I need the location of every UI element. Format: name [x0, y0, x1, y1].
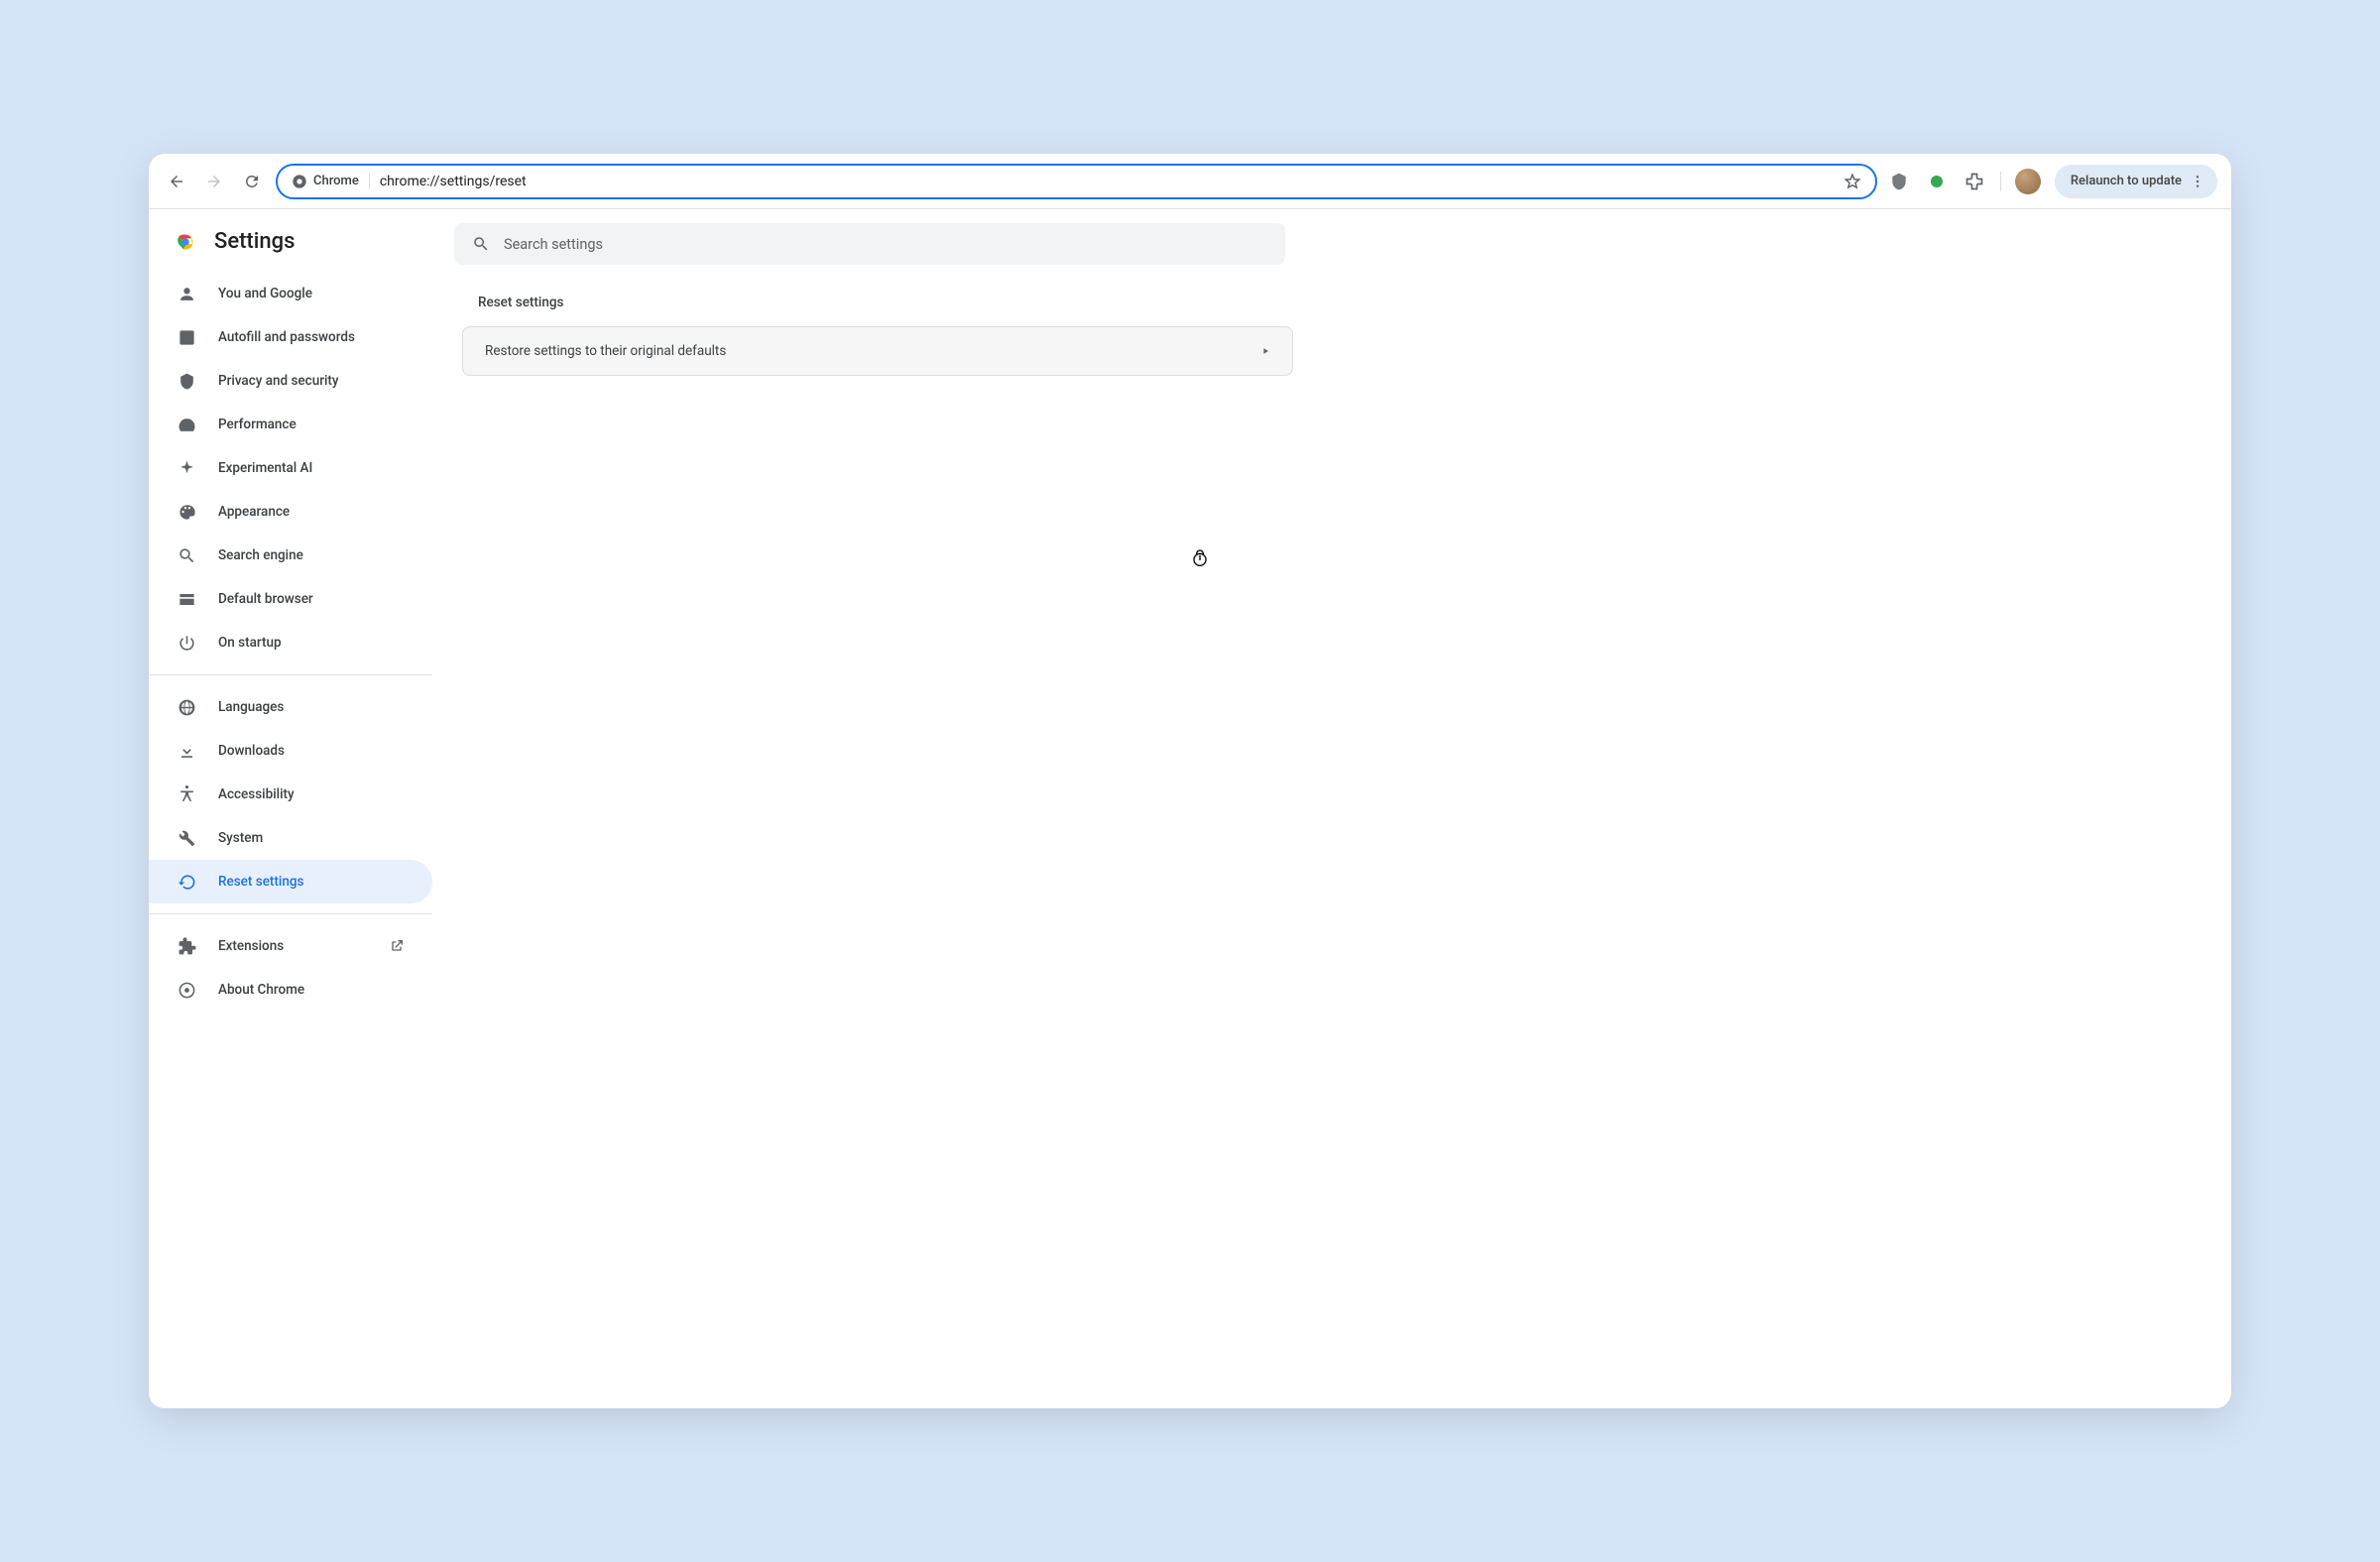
speed-icon [177, 415, 196, 434]
restore-defaults-label: Restore settings to their original defau… [485, 343, 726, 359]
profile-avatar[interactable] [2015, 169, 2041, 194]
build-icon [177, 828, 196, 848]
arrow-left-icon [168, 173, 185, 190]
sidebar-item-label: Downloads [218, 743, 285, 759]
sidebar-item-label: Languages [218, 699, 284, 715]
sidebar-item-extensions[interactable]: Extensions [149, 924, 432, 968]
sidebar-item-label: Experimental AI [218, 460, 312, 476]
site-chip[interactable]: Chrome [292, 174, 370, 189]
sidebar-item-label: Default browser [218, 591, 313, 607]
puzzle-icon [1964, 172, 1984, 191]
sidebar-item-on-startup[interactable]: On startup [149, 621, 432, 664]
sidebar: Settings You and Google Autofill and pass… [149, 209, 446, 1408]
power-icon [177, 633, 196, 653]
page-title: Settings [214, 229, 295, 254]
restore-defaults-row[interactable]: Restore settings to their original defau… [463, 327, 1292, 375]
sidebar-item-label: Reset settings [218, 874, 303, 890]
nav-secondary: Languages Downloads Accessibility System Res… [149, 685, 446, 903]
relaunch-label: Relaunch to update [2071, 174, 2182, 188]
site-chip-label: Chrome [313, 174, 359, 188]
sidebar-item-label: Privacy and security [218, 373, 339, 389]
nav-primary: You and Google Autofill and passwords Priv… [149, 272, 446, 664]
chrome-badge-icon [292, 174, 307, 189]
relaunch-button[interactable]: Relaunch to update [2055, 165, 2217, 198]
sidebar-item-about-chrome[interactable]: About Chrome [149, 968, 432, 1012]
address-bar[interactable]: Chrome chrome://settings/reset [276, 164, 1877, 199]
browser-toolbar: Chrome chrome://settings/reset Relaunch … [149, 154, 2231, 209]
nav-tertiary: Extensions About Chrome [149, 924, 446, 1012]
sidebar-item-label: About Chrome [218, 982, 304, 998]
sidebar-item-performance[interactable]: Performance [149, 403, 432, 446]
chrome-menu-button[interactable] [2188, 172, 2207, 191]
sidebar-item-label: Extensions [218, 938, 284, 954]
sidebar-item-label: On startup [218, 635, 282, 651]
chrome-icon [177, 980, 196, 1000]
search-icon [177, 545, 196, 565]
sidebar-item-experimental-ai[interactable]: Experimental AI [149, 446, 432, 490]
chevron-right-icon [1260, 346, 1270, 356]
sidebar-item-label: Search engine [218, 547, 303, 563]
palette-icon [177, 502, 196, 522]
extension-icon [177, 936, 196, 956]
sidebar-item-label: Accessibility [218, 786, 295, 802]
person-icon [177, 284, 196, 303]
assignment-icon [177, 327, 196, 347]
browser-window: Chrome chrome://settings/reset Relaunch … [149, 154, 2231, 1408]
back-button[interactable] [163, 168, 190, 195]
restore-icon [177, 872, 196, 892]
arrow-right-icon [205, 173, 223, 190]
toolbar-actions: Relaunch to update [1887, 165, 2217, 198]
sidebar-item-languages[interactable]: Languages [149, 685, 432, 729]
search-settings[interactable] [454, 223, 1285, 265]
forward-button[interactable] [200, 168, 228, 195]
sparkle-icon [177, 458, 196, 478]
accessibility-icon [177, 784, 196, 804]
search-input[interactable] [504, 236, 1267, 253]
search-icon [472, 235, 490, 253]
bookmark-button[interactable] [1844, 173, 1861, 190]
privacy-shield-button[interactable] [1887, 170, 1911, 193]
reset-card: Restore settings to their original defau… [462, 326, 1293, 376]
main-panel: Reset settings Restore settings to their… [446, 209, 2231, 1408]
section-title: Reset settings [478, 295, 1285, 310]
external-link-icon [389, 938, 405, 954]
security-icon [177, 371, 196, 391]
sidebar-item-downloads[interactable]: Downloads [149, 729, 432, 773]
more-icon [2190, 174, 2205, 189]
nav-divider [149, 674, 432, 675]
sidebar-item-label: Performance [218, 417, 297, 432]
download-icon [177, 741, 196, 761]
chrome-logo-icon [175, 231, 196, 253]
globe-icon [177, 697, 196, 717]
reload-icon [243, 173, 261, 190]
sidebar-item-system[interactable]: System [149, 816, 432, 860]
sidebar-item-search-engine[interactable]: Search engine [149, 534, 432, 577]
toolbar-divider [2000, 172, 2001, 191]
ext-indicator-button[interactable] [1925, 170, 1949, 193]
extensions-button[interactable] [1963, 170, 1986, 193]
sidebar-item-default-browser[interactable]: Default browser [149, 577, 432, 621]
sidebar-item-autofill-and-passwords[interactable]: Autofill and passwords [149, 315, 432, 359]
leaf-icon [1928, 173, 1946, 190]
settings-content: Settings You and Google Autofill and pass… [149, 209, 2231, 1408]
url-text: chrome://settings/reset [380, 174, 1834, 189]
browser-icon [177, 589, 196, 609]
sidebar-item-you-and-google[interactable]: You and Google [149, 272, 432, 315]
sidebar-item-label: Autofill and passwords [218, 329, 355, 345]
sidebar-item-privacy-and-security[interactable]: Privacy and security [149, 359, 432, 403]
reload-button[interactable] [238, 168, 266, 195]
sidebar-item-accessibility[interactable]: Accessibility [149, 773, 432, 816]
sidebar-item-label: System [218, 830, 263, 846]
sidebar-item-label: You and Google [218, 286, 312, 301]
sidebar-item-appearance[interactable]: Appearance [149, 490, 432, 534]
shield-icon [1889, 172, 1909, 191]
nav-divider [149, 913, 432, 914]
sidebar-item-reset-settings[interactable]: Reset settings [149, 860, 432, 903]
sidebar-item-label: Appearance [218, 504, 290, 520]
app-header: Settings [149, 223, 446, 272]
star-icon [1844, 173, 1861, 190]
